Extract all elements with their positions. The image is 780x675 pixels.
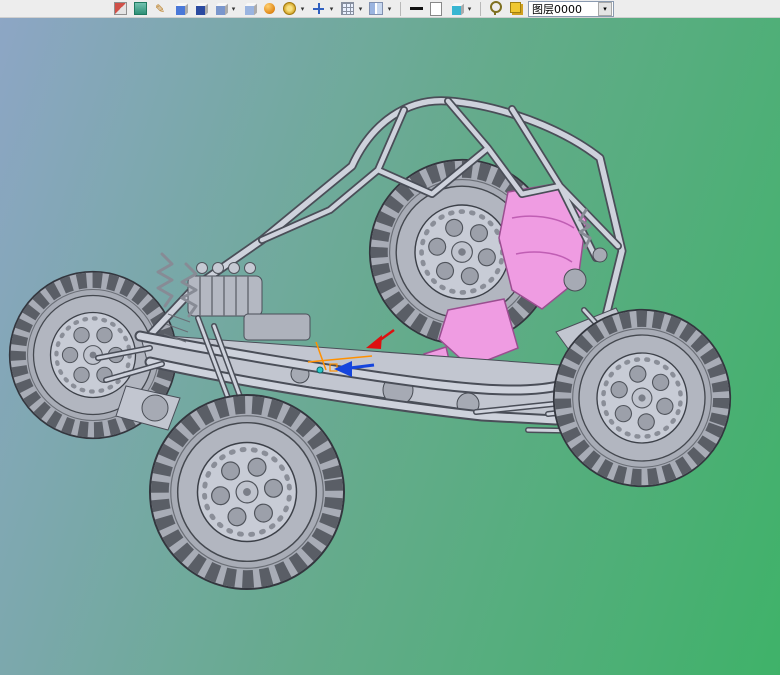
render-mode-icon-glyph [451,5,461,15]
loft-box-icon-glyph [244,5,254,15]
toolbar: ✎ ▾ ▾ ▾ ▾ ▾ ▾ 图层0000 ▾ [0,0,780,18]
new-sheet-icon-glyph [430,1,442,16]
axis-arrowhead-red [366,335,382,349]
layer-selector-combobox[interactable]: 图层0000 ▾ [528,0,614,17]
chevron-down-icon[interactable]: ▾ [598,1,612,16]
sweep-box-icon[interactable] [212,1,228,17]
line-width-icon-glyph [409,7,423,10]
line-width-icon[interactable] [408,1,424,17]
mirror-icon[interactable] [368,1,384,17]
render-mode-dropdown-caret[interactable]: ▾ [466,5,473,13]
work-plane-icon-glyph [133,2,147,15]
pencil-draft-icon[interactable]: ✎ [152,1,168,17]
wheel-front-right[interactable] [529,285,755,511]
work-plane-icon[interactable] [132,1,148,17]
revolve-box-icon[interactable] [192,1,208,17]
sweep-dropdown-caret[interactable]: ▾ [230,5,237,13]
visibility-lamp-icon-glyph [490,1,502,15]
move-dropdown-caret[interactable]: ▾ [328,5,335,13]
sphere-primitive-icon[interactable] [261,1,277,17]
toolbar-separator [480,1,481,16]
mirror-dropdown-caret[interactable]: ▾ [386,5,393,13]
move-icon[interactable] [310,1,326,17]
fillet-icon[interactable] [281,1,297,17]
buggy-model-canvas[interactable] [0,18,780,675]
sketch-icon[interactable] [112,1,128,17]
array-pattern-icon-glyph [340,2,354,15]
fillet-dropdown-caret[interactable]: ▾ [299,5,306,13]
layers-icon[interactable] [508,1,524,17]
loft-box-icon[interactable] [241,1,257,17]
array-dropdown-caret[interactable]: ▾ [357,5,364,13]
extrude-box-icon[interactable] [172,1,188,17]
3d-viewport[interactable] [0,18,780,675]
render-mode-icon[interactable] [448,1,464,17]
sphere-primitive-icon-glyph [263,3,275,14]
snap-point-dot [316,366,324,374]
extrude-box-icon-glyph [175,5,185,15]
mirror-icon-glyph [369,2,383,15]
visibility-lamp-icon[interactable] [488,1,504,17]
revolve-box-icon-glyph [195,5,205,15]
fillet-icon-glyph [282,2,296,15]
layer-selector-value: 图层0000 [532,2,582,16]
sweep-box-icon-glyph [215,5,225,15]
move-icon-glyph [312,3,324,14]
layers-icon-glyph [509,2,521,13]
sketch-icon-glyph [113,2,127,15]
toolbar-separator [400,1,401,16]
new-sheet-icon[interactable] [428,1,444,17]
array-pattern-icon[interactable] [339,1,355,17]
